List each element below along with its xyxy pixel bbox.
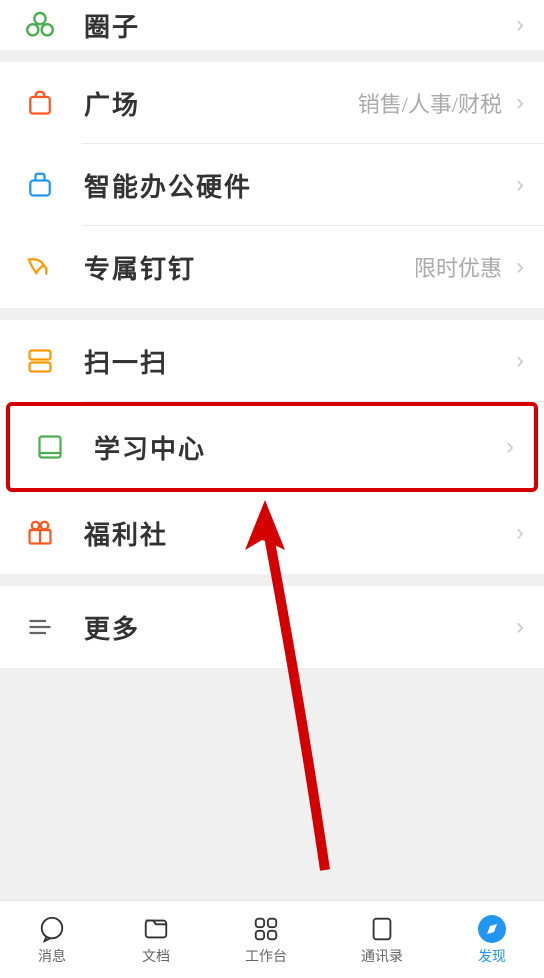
item-label: 智能办公硬件: [84, 167, 516, 204]
item-subtitle: 限时优惠: [414, 251, 502, 283]
book-icon: [30, 427, 70, 467]
list-item-welfare[interactable]: 福利社 ›: [0, 492, 544, 574]
list-item-exclusive[interactable]: 专属钉钉 限时优惠 ›: [0, 226, 544, 308]
nav-workspace[interactable]: 工作台: [245, 914, 287, 966]
item-subtitle: 销售/人事/财税: [358, 87, 502, 119]
list-item-more[interactable]: 更多 ›: [0, 586, 544, 668]
nav-label: 消息: [38, 946, 66, 966]
chevron-right-icon: ›: [516, 519, 524, 547]
highlight-box: 学习中心 ›: [6, 402, 538, 492]
section-3: 扫一扫 › 学习中心 › 福利社 ›: [0, 320, 544, 574]
nav-label: 工作台: [245, 946, 287, 966]
nav-label: 发现: [478, 946, 506, 966]
nav-discover[interactable]: 发现: [477, 914, 507, 966]
discover-icon: [477, 914, 507, 944]
section-4: 更多 ›: [0, 586, 544, 668]
list-item-square[interactable]: 广场 销售/人事/财税 ›: [0, 62, 544, 144]
chevron-right-icon: ›: [516, 253, 524, 281]
item-label: 广场: [84, 85, 358, 122]
item-label: 圈子: [84, 7, 516, 44]
message-icon: [37, 914, 67, 944]
item-label: 学习中心: [94, 429, 506, 466]
chevron-right-icon: ›: [516, 89, 524, 117]
device-icon: [20, 165, 60, 205]
item-label: 更多: [84, 609, 516, 646]
list-item-circles[interactable]: 圈子 ›: [0, 0, 544, 50]
nav-docs[interactable]: 文档: [141, 914, 171, 966]
bottom-nav: 消息 文档 工作台 通讯录 发现: [0, 900, 544, 978]
doc-icon: [141, 914, 171, 944]
bag-icon: [20, 83, 60, 123]
scan-icon: [20, 341, 60, 381]
gift-icon: [20, 513, 60, 553]
contacts-icon: [367, 914, 397, 944]
chevron-right-icon: ›: [516, 613, 524, 641]
item-label: 专属钉钉: [84, 249, 414, 286]
grid-icon: [251, 914, 281, 944]
list-item-hardware[interactable]: 智能办公硬件 ›: [0, 144, 544, 226]
nav-label: 通讯录: [361, 946, 403, 966]
chevron-right-icon: ›: [516, 347, 524, 375]
chevron-right-icon: ›: [516, 11, 524, 39]
circles-icon: [20, 5, 60, 45]
chevron-right-icon: ›: [516, 171, 524, 199]
list-item-scan[interactable]: 扫一扫 ›: [0, 320, 544, 402]
nav-contacts[interactable]: 通讯录: [361, 914, 403, 966]
chevron-right-icon: ›: [506, 433, 514, 461]
nav-label: 文档: [142, 946, 170, 966]
list-item-learning[interactable]: 学习中心 ›: [10, 406, 534, 488]
wing-icon: [20, 247, 60, 287]
section-1: 圈子 ›: [0, 0, 544, 50]
section-2: 广场 销售/人事/财税 › 智能办公硬件 › 专属钉钉 限时优惠 ›: [0, 62, 544, 308]
item-label: 扫一扫: [84, 343, 516, 380]
more-icon: [20, 607, 60, 647]
nav-messages[interactable]: 消息: [37, 914, 67, 966]
divider: [82, 401, 544, 402]
item-label: 福利社: [84, 515, 516, 552]
